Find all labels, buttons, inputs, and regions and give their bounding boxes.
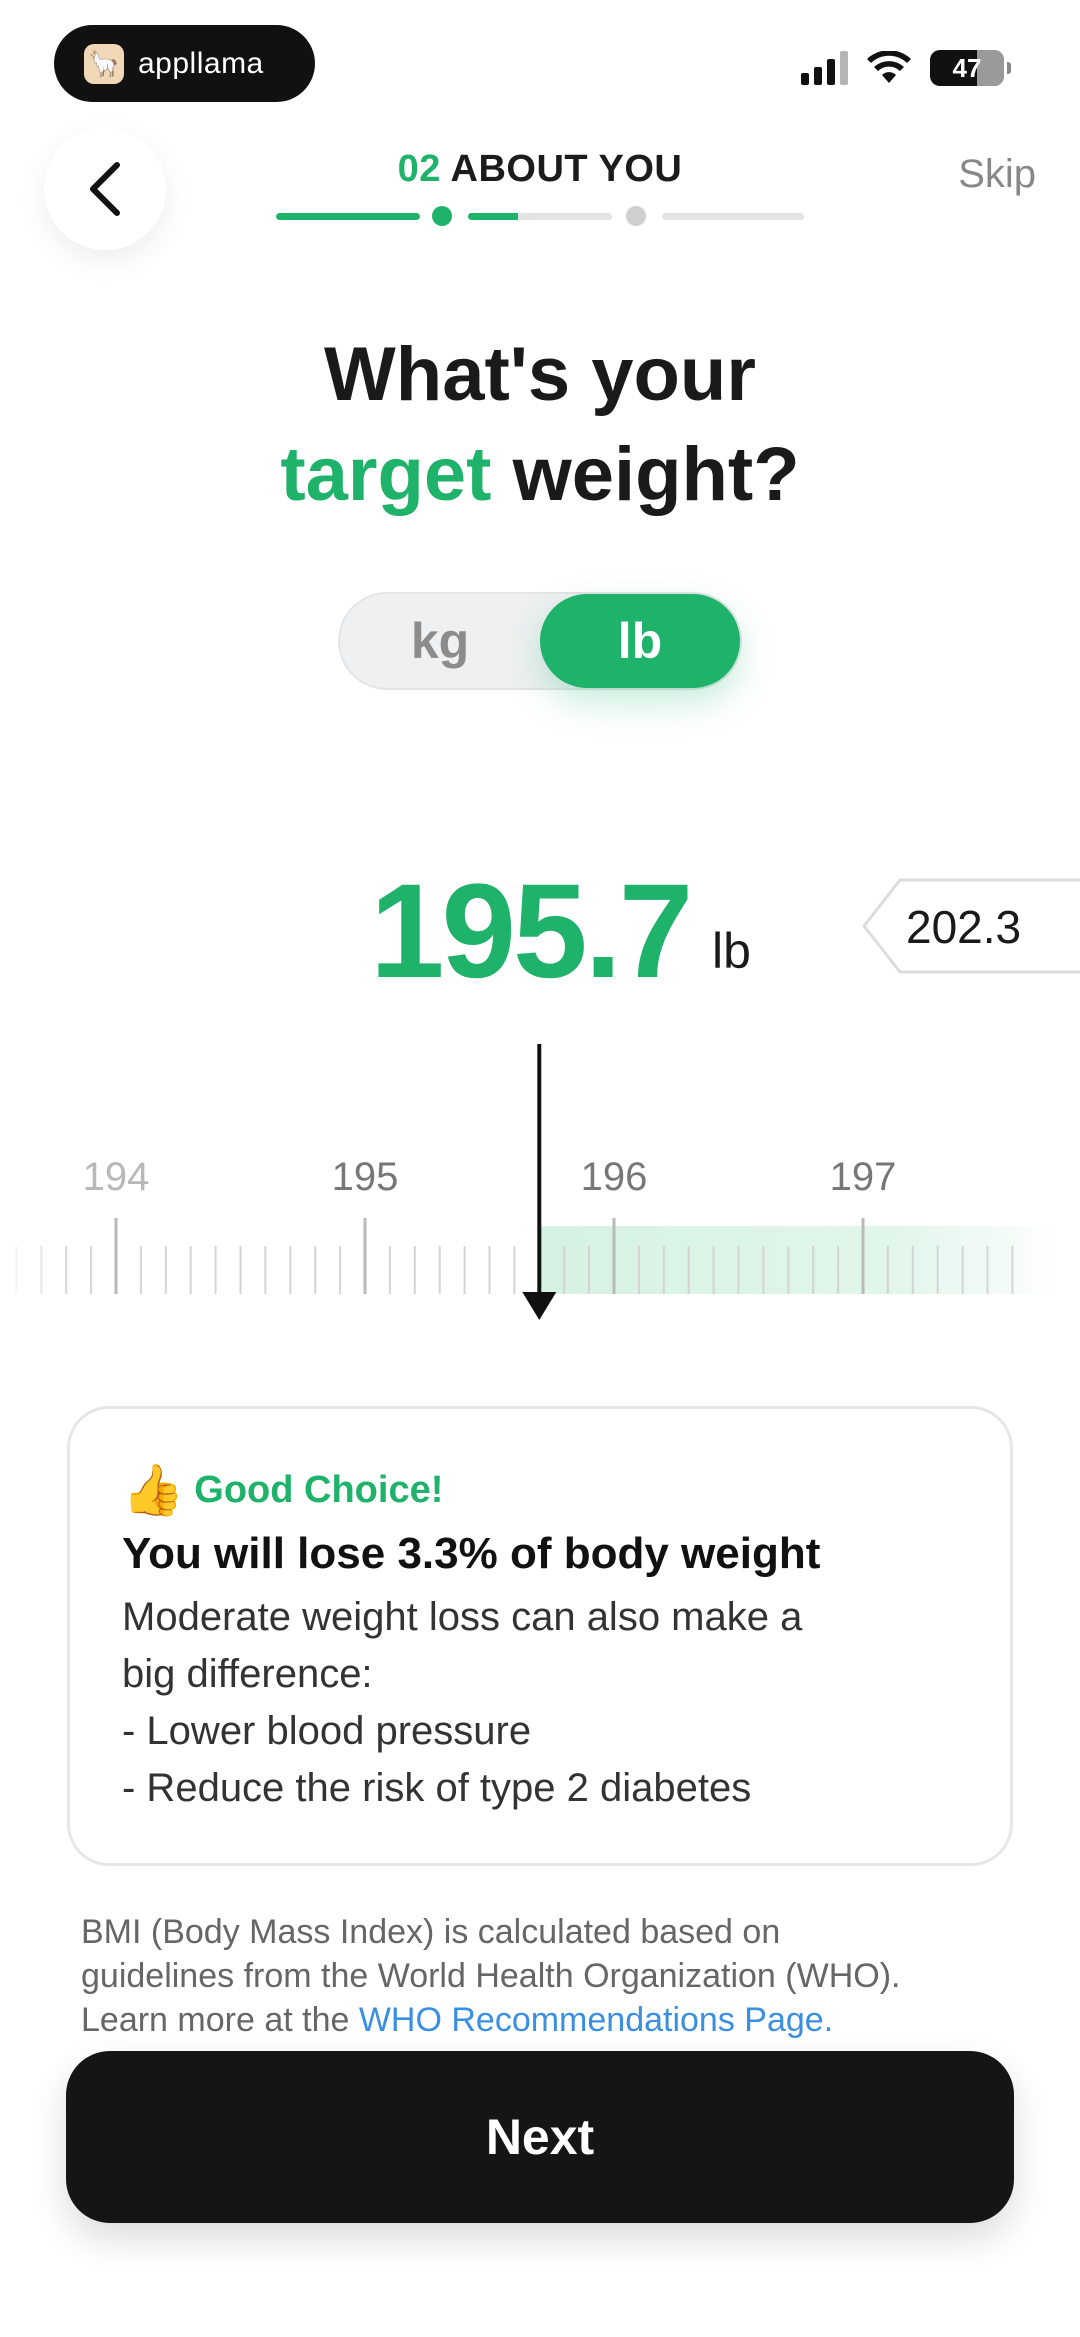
title-line-1: What's your xyxy=(324,332,756,417)
bmi-line-3-prefix: Learn more at the xyxy=(81,2001,359,2039)
battery-icon: 47 xyxy=(930,50,1011,86)
wifi-icon xyxy=(867,51,911,83)
title-line-2: target weight? xyxy=(0,425,1080,525)
battery-level: 47 xyxy=(952,52,982,83)
unit-option-lb[interactable]: lb xyxy=(540,594,740,688)
llama-logo-icon: 🦙 xyxy=(84,43,124,84)
next-button[interactable]: Next xyxy=(66,2051,1014,2223)
target-weight-value: 195.7 xyxy=(370,857,693,1006)
card-bullet-1: - Lower blood pressure xyxy=(122,1709,532,1753)
progress-dot-2 xyxy=(626,206,646,226)
card-body-line-2: big difference: xyxy=(122,1652,373,1696)
current-weight-tag: 202.3 xyxy=(860,878,1080,974)
bmi-disclaimer: BMI (Body Mass Index) is calculated base… xyxy=(81,1910,1021,2042)
step-title: 02 ABOUT YOU xyxy=(0,148,1080,191)
target-weight-unit: lb xyxy=(712,923,751,979)
unit-option-kg[interactable]: kg xyxy=(340,594,540,688)
ruler-tick-label: 195 xyxy=(332,1155,399,1199)
progress-segment-1 xyxy=(276,213,420,220)
who-recommendations-link[interactable]: WHO Recommendations Page. xyxy=(359,2001,833,2039)
skip-button[interactable]: Skip xyxy=(958,152,1036,197)
thumbs-up-icon: 👍 xyxy=(122,1462,185,1518)
progress-segment-3 xyxy=(662,213,804,220)
progress-dot-1 xyxy=(432,206,452,226)
title-line-2-rest: weight? xyxy=(491,432,800,517)
title-accent-word: target xyxy=(280,432,492,517)
card-body-line-1: Moderate weight loss can also make a xyxy=(122,1595,803,1639)
current-weight-value: 202.3 xyxy=(906,901,1022,953)
card-body: Moderate weight loss can also make a big… xyxy=(122,1589,958,1817)
cellular-signal-icon xyxy=(801,51,848,85)
unit-toggle: kg lb xyxy=(338,592,742,690)
card-kicker: Good Choice! xyxy=(194,1468,444,1511)
weight-ruler-slider[interactable]: 194 195 196 197 xyxy=(0,1040,1080,1320)
app-badge[interactable]: 🦙 appllama xyxy=(54,25,315,102)
progress-segment-2 xyxy=(468,213,612,220)
step-progress xyxy=(276,206,804,226)
bmi-line-3: Learn more at the WHO Recommendations Pa… xyxy=(81,1998,1021,2042)
status-icons: 47 xyxy=(801,50,1011,86)
step-number: 02 xyxy=(397,148,441,190)
step-label: ABOUT YOU xyxy=(450,148,683,190)
app-badge-label: appllama xyxy=(138,46,264,80)
card-title: You will lose 3.3% of body weight xyxy=(122,1529,821,1578)
bmi-line-1: BMI (Body Mass Index) is calculated base… xyxy=(81,1913,781,1951)
ruler-tick-label: 196 xyxy=(581,1155,648,1199)
result-card: 👍 Good Choice! You will lose 3.3% of bod… xyxy=(67,1406,1013,1866)
loss-range-band xyxy=(539,1226,1080,1294)
pointer-arrow-icon xyxy=(522,1292,557,1320)
bmi-line-2: guidelines from the World Health Organiz… xyxy=(81,1957,901,1995)
card-bullet-2: - Reduce the risk of type 2 diabetes xyxy=(122,1766,752,1810)
ruler-tick-label: 197 xyxy=(830,1155,897,1199)
ruler-tick-label: 194 xyxy=(83,1155,150,1199)
page-title: What's your target weight? xyxy=(0,325,1080,525)
